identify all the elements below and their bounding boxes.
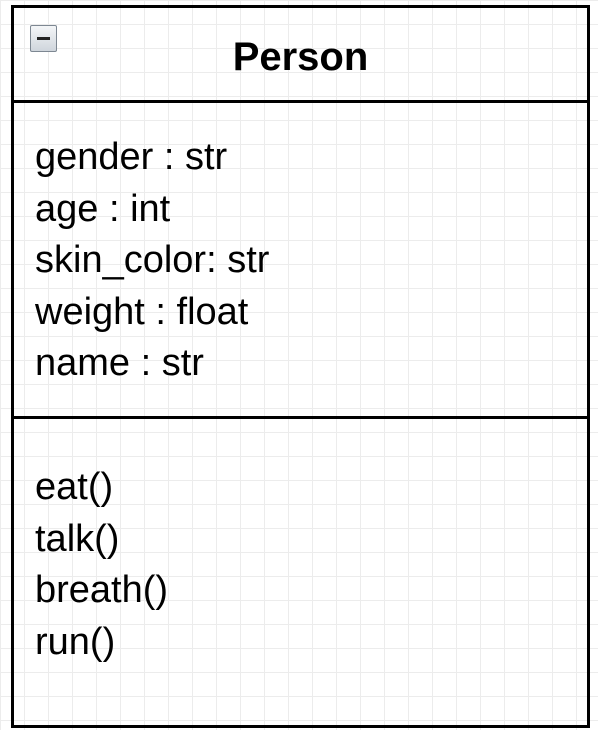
methods-compartment: eat() talk() breath() run() (14, 419, 587, 725)
attributes-compartment: gender : str age : int skin_color: str w… (14, 103, 587, 419)
method-item[interactable]: run() (35, 617, 168, 669)
uml-class-person[interactable]: Person gender : str age : int skin_color… (11, 5, 590, 728)
attribute-item[interactable]: name : str (35, 338, 269, 390)
attribute-item[interactable]: age : int (35, 184, 269, 236)
method-list: eat() talk() breath() run() (35, 462, 168, 668)
method-item[interactable]: talk() (35, 514, 168, 566)
attribute-item[interactable]: skin_color: str (35, 235, 269, 287)
method-item[interactable]: eat() (35, 462, 168, 514)
attribute-item[interactable]: gender : str (35, 132, 269, 184)
method-item[interactable]: breath() (35, 565, 168, 617)
class-name[interactable]: Person (14, 8, 587, 100)
class-header: Person (14, 8, 587, 103)
attribute-list: gender : str age : int skin_color: str w… (35, 132, 269, 390)
attribute-item[interactable]: weight : float (35, 287, 269, 339)
